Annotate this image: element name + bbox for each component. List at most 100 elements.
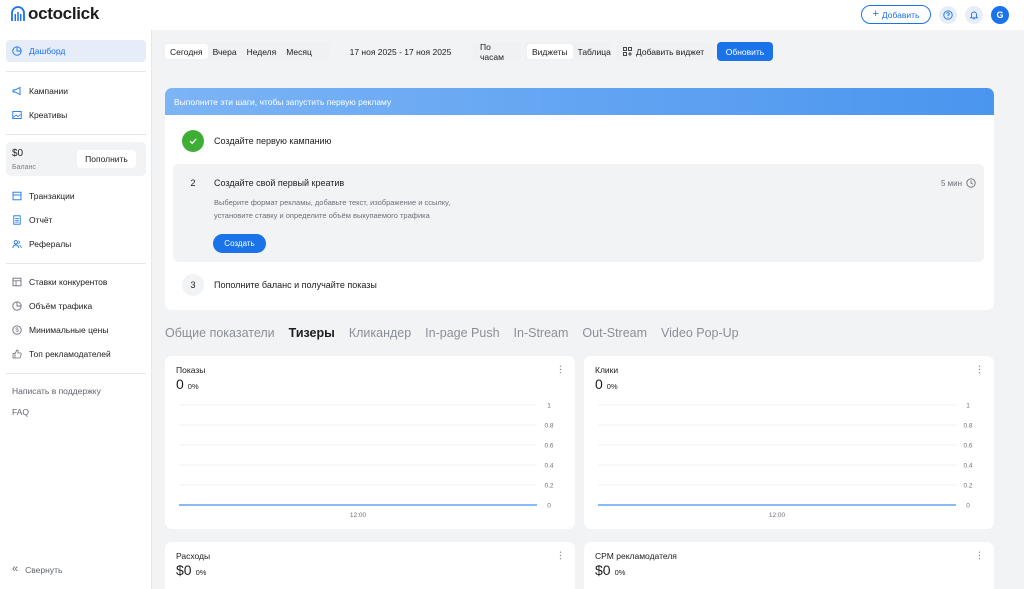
more-options-icon[interactable] (978, 551, 981, 560)
step1-title: Создайте первую кампанию (214, 136, 332, 146)
sidebar-item-label: Транзакции (29, 191, 75, 201)
sidebar-item-competitor-bids[interactable]: Ставки конкурентов (6, 271, 146, 293)
sidebar-item-label: Кампании (29, 86, 69, 96)
more-options-icon[interactable] (978, 365, 981, 374)
tab-clickunder[interactable]: Кликандер (349, 326, 411, 340)
double-chevron-left-icon: « (12, 563, 19, 575)
sidebar-item-traffic-volume[interactable]: Объём трафика (6, 295, 146, 317)
balance-amount: $0 (12, 148, 24, 159)
clock-icon (966, 178, 976, 188)
plus-icon: + (872, 8, 879, 20)
logo-text: octoclick (28, 4, 99, 23)
sidebar-item-top-advertisers[interactable]: Топ рекламодателей (6, 343, 146, 365)
period-today[interactable]: Сегодня (165, 44, 208, 59)
tab-teasers[interactable]: Тизеры (289, 326, 335, 340)
granularity-label: По часам (480, 41, 504, 62)
sidebar-item-dashboard[interactable]: Дашборд (6, 40, 146, 62)
add-widget-button[interactable]: Добавить виджет (616, 42, 712, 61)
more-options-icon[interactable] (559, 365, 562, 374)
sidebar-item-transactions[interactable]: Транзакции (6, 185, 146, 207)
sidebar-item-label: Отчёт (29, 215, 53, 225)
y-tick-label: 0.6 (544, 443, 553, 450)
cpm-pct: 0% (614, 568, 626, 577)
impressions-title: Показы (176, 365, 206, 375)
period-week[interactable]: Неделя (242, 44, 282, 59)
refresh-button[interactable]: Обновить (717, 42, 773, 61)
sidebar-item-creatives[interactable]: Креативы (6, 104, 146, 126)
create-creative-button[interactable]: Создать (213, 234, 266, 253)
more-options-icon[interactable] (559, 551, 562, 560)
divider (6, 71, 146, 72)
step2-desc-line2: установите ставку и определите объём вык… (214, 211, 430, 220)
topup-button[interactable]: Пополнить (77, 150, 136, 168)
bell-icon (969, 11, 979, 20)
divider (6, 134, 146, 135)
impressions-card: Показы 0 0% 1 0.8 0.6 0.4 0.2 0 12:00 (165, 356, 575, 529)
granularity-selector[interactable]: По часам (473, 41, 521, 62)
tab-instream[interactable]: In-Stream (514, 326, 569, 340)
sidebar-item-label: Ставки конкурентов (29, 277, 108, 287)
megaphone-icon (12, 86, 21, 96)
y-tick-label: 0.2 (544, 483, 553, 490)
tab-outstream[interactable]: Out-Stream (582, 326, 647, 340)
sidebar: Дашборд Кампании Креативы $0 Баланс Попо… (0, 30, 152, 589)
y-tick-label: 0 (966, 503, 970, 510)
tab-video-popup[interactable]: Video Pop-Up (661, 326, 739, 340)
clicks-pct: 0% (606, 382, 618, 391)
sidebar-item-campaigns[interactable]: Кампании (6, 80, 146, 102)
collapse-sidebar-button[interactable]: « Свернуть (12, 564, 62, 575)
y-tick-label: 0.2 (963, 483, 972, 490)
period-yesterday[interactable]: Вчера (208, 44, 242, 59)
cpm-value: $0 (595, 562, 611, 578)
document-icon (13, 215, 21, 225)
date-range-picker[interactable]: 17 ноя 2025 - 17 ноя 2025 (333, 42, 468, 61)
avatar[interactable]: G (991, 6, 1009, 24)
sidebar-item-label: Креативы (29, 110, 68, 120)
sidebar-item-label: Топ рекламодателей (29, 349, 111, 359)
cpm-value-row: $0 0% (595, 562, 625, 578)
pie-chart-icon (12, 46, 22, 56)
add-button-label: Добавить (881, 9, 920, 20)
period-month[interactable]: Месяц (281, 44, 317, 59)
sidebar-item-label: Объём трафика (29, 301, 93, 311)
impressions-value: 0 (176, 376, 184, 392)
tab-inpage-push[interactable]: In-page Push (425, 326, 499, 340)
pie-chart-icon (12, 301, 22, 311)
support-link[interactable]: Написать в поддержку (12, 386, 101, 396)
help-button[interactable] (939, 6, 957, 24)
notifications-button[interactable] (965, 6, 983, 24)
sidebar-item-referrals[interactable]: Рефералы (6, 233, 146, 255)
logo[interactable]: octoclick (10, 4, 99, 24)
view-table[interactable]: Таблица (573, 44, 616, 59)
sidebar-item-report[interactable]: Отчёт (6, 209, 146, 231)
x-tick-label: 12:00 (350, 512, 367, 519)
faq-link[interactable]: FAQ (12, 407, 29, 417)
sidebar-item-min-prices[interactable]: $ Минимальные цены (6, 319, 146, 341)
step-complete-check-icon (182, 130, 204, 152)
spend-title: Расходы (176, 551, 211, 561)
svg-text:$: $ (15, 328, 19, 334)
y-tick-label: 0.8 (963, 423, 972, 430)
tab-overview[interactable]: Общие показатели (165, 326, 275, 340)
add-widget-label: Добавить виджет (636, 46, 705, 57)
sidebar-item-label: Рефералы (29, 239, 72, 249)
dollar-icon: $ (12, 325, 22, 335)
spend-pct: 0% (195, 568, 207, 577)
octopus-logo-icon (11, 6, 25, 21)
clicks-value-row: 0 0% (595, 376, 618, 392)
cpm-card: CPM рекламодателя $0 0% (584, 542, 994, 589)
divider (6, 263, 146, 264)
impressions-pct: 0% (187, 382, 199, 391)
divider (6, 373, 146, 374)
step2-duration: 5 мин (941, 178, 976, 188)
cpm-title: CPM рекламодателя (595, 551, 677, 561)
add-button[interactable]: + Добавить (861, 5, 931, 24)
spend-value: $0 (176, 562, 192, 578)
clicks-chart: 1 0.8 0.6 0.4 0.2 0 12:00 (598, 403, 973, 519)
view-widgets[interactable]: Виджеты (527, 44, 573, 59)
y-tick-label: 0.4 (544, 463, 553, 470)
step2-panel: 2 Создайте свой первый креатив Выберите … (173, 164, 984, 262)
step2-title: Создайте свой первый креатив (214, 178, 345, 188)
period-selector: Сегодня Вчера Неделя Месяц (163, 42, 330, 61)
y-tick-label: 1 (966, 403, 970, 410)
